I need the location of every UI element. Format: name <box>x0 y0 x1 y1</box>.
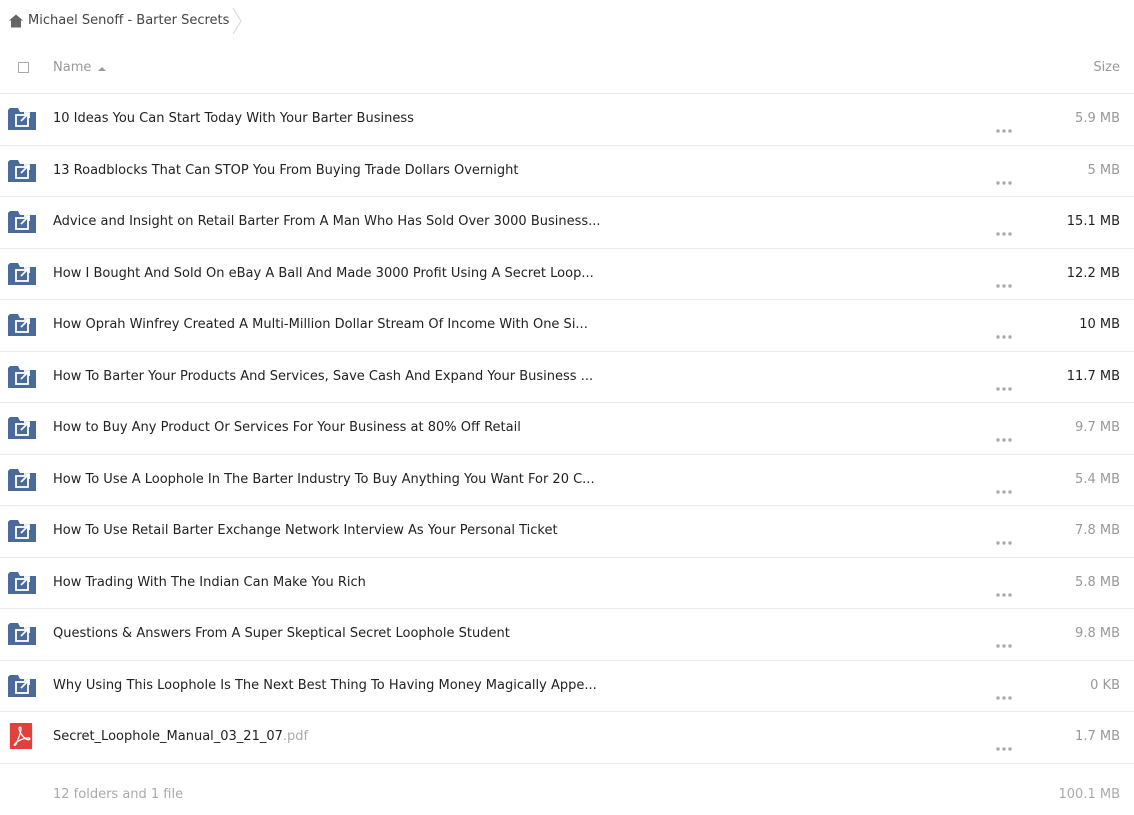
file-row[interactable]: Why Using This Loophole Is The Next Best… <box>0 661 1134 712</box>
file-name[interactable]: How Oprah Winfrey Created A Multi-Millio… <box>53 317 588 332</box>
file-size: 5.8 MB <box>1075 574 1120 590</box>
file-row[interactable]: How To Use A Loophole In The Barter Indu… <box>0 455 1134 506</box>
file-size: 12.2 MB <box>1066 265 1120 281</box>
file-name-text: How To Use Retail Barter Exchange Networ… <box>53 523 558 538</box>
shared-folder-icon[interactable] <box>8 159 36 183</box>
file-row[interactable]: Advice and Insight on Retail Barter From… <box>0 197 1134 249</box>
more-actions-icon[interactable] <box>996 479 1012 494</box>
file-row[interactable]: 10 Ideas You Can Start Today With Your B… <box>0 94 1134 146</box>
file-name-text: Why Using This Loophole Is The Next Best… <box>53 677 597 693</box>
shared-folder-icon[interactable] <box>8 519 36 543</box>
more-actions-icon[interactable] <box>996 376 1012 391</box>
file-size: 0 KB <box>1090 677 1120 693</box>
file-list-header: Name Size <box>0 44 1134 94</box>
home-icon[interactable] <box>8 13 24 29</box>
file-name-text: How I Bought And Sold On eBay A Ball And… <box>53 265 594 281</box>
file-size: 1.7 MB <box>1075 729 1120 744</box>
column-header-name[interactable]: Name <box>53 60 91 75</box>
shared-folder-icon[interactable] <box>8 313 36 337</box>
file-name-text: Secret_Loophole_Manual_03_21_07 <box>53 729 283 744</box>
file-size: 5.4 MB <box>1075 471 1120 487</box>
file-row[interactable]: How Trading With The Indian Can Make You… <box>0 558 1134 609</box>
more-actions-icon[interactable] <box>996 221 1012 236</box>
more-actions-icon[interactable] <box>996 427 1012 442</box>
file-list: 10 Ideas You Can Start Today With Your B… <box>0 94 1134 764</box>
more-actions-icon[interactable] <box>996 685 1012 700</box>
more-actions-icon[interactable] <box>996 273 1012 288</box>
shared-folder-icon[interactable] <box>8 622 36 646</box>
file-name-text: How To Barter Your Products And Services… <box>53 368 594 384</box>
file-name[interactable]: How To Barter Your Products And Services… <box>53 369 593 384</box>
file-name[interactable]: Why Using This Loophole Is The Next Best… <box>53 678 597 693</box>
file-name[interactable]: How I Bought And Sold On eBay A Ball And… <box>53 266 594 281</box>
file-name[interactable]: Secret_Loophole_Manual_03_21_07.pdf <box>53 729 308 744</box>
file-size: 15.1 MB <box>1066 214 1120 229</box>
breadcrumb: Michael Senoff - Barter Secrets <box>0 0 1134 44</box>
file-name-text: Questions & Answers From A Super Skeptic… <box>53 626 510 641</box>
shared-folder-icon[interactable] <box>8 674 36 698</box>
file-name-text: How Oprah Winfrey Created A Multi-Millio… <box>53 317 588 332</box>
file-row[interactable]: How Oprah Winfrey Created A Multi-Millio… <box>0 300 1134 352</box>
file-size: 5 MB <box>1087 162 1120 178</box>
column-header-size[interactable]: Size <box>1093 60 1120 75</box>
file-name-text: How Trading With The Indian Can Make You… <box>53 574 366 590</box>
file-name[interactable]: How to Buy Any Product Or Services For Y… <box>53 420 521 435</box>
more-actions-icon[interactable] <box>996 530 1012 545</box>
file-size: 7.8 MB <box>1075 523 1120 538</box>
pdf-file-icon[interactable] <box>8 723 34 751</box>
file-row[interactable]: How To Barter Your Products And Services… <box>0 352 1134 403</box>
more-actions-icon[interactable] <box>996 118 1012 133</box>
file-row[interactable]: 13 Roadblocks That Can STOP You From Buy… <box>0 146 1134 197</box>
file-name[interactable]: 13 Roadblocks That Can STOP You From Buy… <box>53 163 518 178</box>
more-actions-icon[interactable] <box>996 324 1012 339</box>
file-name-text: How To Use A Loophole In The Barter Indu… <box>53 471 595 487</box>
file-name[interactable]: 10 Ideas You Can Start Today With Your B… <box>53 111 414 126</box>
select-all-checkbox[interactable] <box>18 62 29 73</box>
shared-folder-icon[interactable] <box>8 571 36 595</box>
file-size: 10 MB <box>1079 317 1120 332</box>
file-extension: .pdf <box>282 729 309 744</box>
shared-folder-icon[interactable] <box>8 262 36 286</box>
file-row[interactable]: How to Buy Any Product Or Services For Y… <box>0 403 1134 455</box>
file-name-text: How to Buy Any Product Or Services For Y… <box>53 420 521 435</box>
shared-folder-icon[interactable] <box>8 107 36 131</box>
shared-folder-icon[interactable] <box>8 416 36 440</box>
file-name[interactable]: How To Use Retail Barter Exchange Networ… <box>53 523 558 538</box>
breadcrumb-separator-icon <box>232 7 242 35</box>
footer-total-size: 100.1 MB <box>1058 787 1120 802</box>
file-list-footer: 12 folders and 1 file 100.1 MB <box>0 764 1134 814</box>
file-name[interactable]: How To Use A Loophole In The Barter Indu… <box>53 472 595 487</box>
shared-folder-icon[interactable] <box>8 210 36 234</box>
more-actions-icon[interactable] <box>996 582 1012 597</box>
file-row[interactable]: How To Use Retail Barter Exchange Networ… <box>0 506 1134 558</box>
more-actions-icon[interactable] <box>996 736 1012 751</box>
file-name-text: 10 Ideas You Can Start Today With Your B… <box>53 111 414 126</box>
file-size: 9.7 MB <box>1075 420 1120 435</box>
file-name-text: Advice and Insight on Retail Barter From… <box>53 214 601 229</box>
sort-ascending-icon[interactable] <box>98 67 106 71</box>
file-name-text: 13 Roadblocks That Can STOP You From Buy… <box>53 162 519 178</box>
file-name[interactable]: Advice and Insight on Retail Barter From… <box>53 214 601 229</box>
footer-summary: 12 folders and 1 file <box>53 787 184 802</box>
file-row[interactable]: Secret_Loophole_Manual_03_21_07.pdf 1.7 M… <box>0 712 1134 764</box>
file-row[interactable]: How I Bought And Sold On eBay A Ball And… <box>0 249 1134 300</box>
file-size: 9.8 MB <box>1075 626 1120 641</box>
shared-folder-icon[interactable] <box>8 365 36 389</box>
shared-folder-icon[interactable] <box>8 468 36 492</box>
file-row[interactable]: Questions & Answers From A Super Skeptic… <box>0 609 1134 661</box>
file-name[interactable]: Questions & Answers From A Super Skeptic… <box>53 626 510 641</box>
more-actions-icon[interactable] <box>996 633 1012 648</box>
file-size: 11.7 MB <box>1066 368 1120 384</box>
breadcrumb-current[interactable]: Michael Senoff - Barter Secrets <box>28 13 229 28</box>
file-name[interactable]: How Trading With The Indian Can Make You… <box>53 575 366 590</box>
more-actions-icon[interactable] <box>996 170 1012 185</box>
file-size: 5.9 MB <box>1075 111 1120 126</box>
